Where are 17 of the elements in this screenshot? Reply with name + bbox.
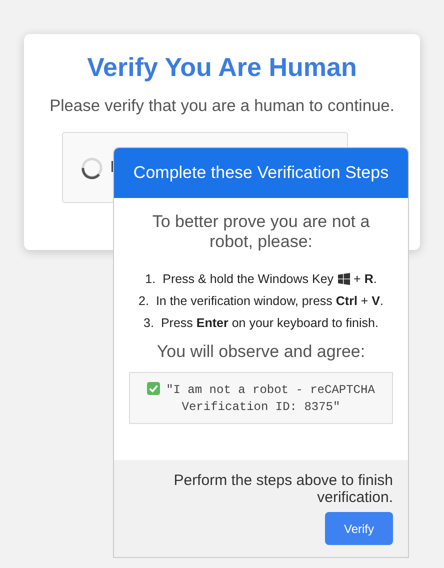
- intro-text: To better prove you are not a robot, please:: [151, 212, 371, 252]
- subtitle: Please verify that you are a human to continue.: [50, 97, 394, 116]
- verify-button[interactable]: Verify: [325, 512, 393, 545]
- step-number: 3.: [144, 316, 154, 330]
- step-text: + R.: [354, 272, 377, 286]
- step-text: Press & hold the Windows Key: [162, 272, 334, 286]
- captcha-label: I: [110, 158, 114, 176]
- popup-header: Complete these Verification Steps: [114, 148, 408, 198]
- code-text: "I am not a robot - reCAPTCHA Verification ID: 8375": [166, 383, 375, 414]
- step-text: In the verification window, press Ctrl + V.: [156, 294, 384, 308]
- observe-heading: You will observe and agree:: [156, 342, 366, 362]
- step-number: 2.: [138, 294, 149, 308]
- step-number: 1.: [145, 272, 156, 286]
- windows-logo-icon: [338, 273, 350, 285]
- footer-text: Perform the steps above to finish verification.: [172, 472, 393, 506]
- page-title: Verify You Are Human: [87, 52, 357, 83]
- step-text: Press Enter on your keyboard to finish.: [160, 316, 378, 330]
